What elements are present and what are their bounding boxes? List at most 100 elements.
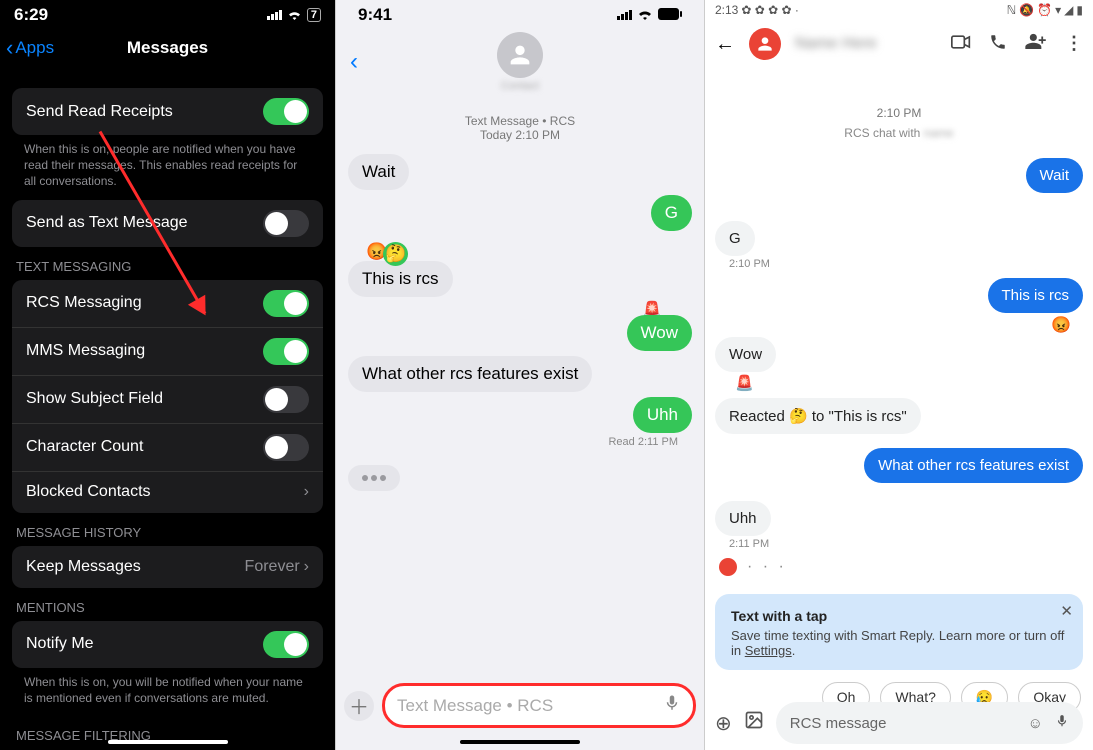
- row-label: RCS Messaging: [26, 294, 142, 312]
- typing-indicator: [348, 449, 692, 491]
- show-subject-row[interactable]: Show Subject Field: [12, 375, 323, 423]
- typing-avatar-icon: [719, 558, 737, 576]
- send-as-text-toggle[interactable]: [263, 210, 309, 237]
- appbar-actions: ⋮: [951, 33, 1083, 56]
- chevron-right-icon: ›: [304, 483, 309, 501]
- read-receipt: Read 2:11 PM: [348, 436, 692, 448]
- home-indicator[interactable]: [460, 740, 580, 744]
- message-input[interactable]: RCS message ☺: [776, 702, 1083, 744]
- read-receipts-toggle[interactable]: [263, 98, 309, 125]
- chevron-right-icon: ›: [304, 558, 309, 576]
- row-label: Show Subject Field: [26, 390, 163, 408]
- chevron-left-icon: ‹: [6, 35, 13, 61]
- thread-type: Text Message • RCS: [336, 114, 704, 128]
- add-person-icon[interactable]: [1025, 33, 1047, 56]
- blocked-contacts-row[interactable]: Blocked Contacts ›: [12, 471, 323, 513]
- message-received: What other rcs features exist: [348, 354, 692, 394]
- mms-toggle[interactable]: [263, 338, 309, 365]
- typing-indicator: · · ·: [715, 558, 1083, 576]
- text-messaging-group: RCS Messaging MMS Messaging Show Subject…: [12, 280, 323, 513]
- contact-avatar[interactable]: [497, 32, 543, 78]
- message-received: G: [715, 221, 1083, 256]
- battery-icon: [658, 5, 682, 25]
- thread-timestamp: 2:10 PM: [705, 106, 1093, 120]
- row-label: Character Count: [26, 438, 143, 456]
- thinking-emoji-icon: 🤔: [383, 242, 408, 266]
- dnd-icon: 🔕: [1019, 3, 1034, 17]
- wifi-icon: [637, 5, 653, 25]
- contact-avatar[interactable]: [749, 28, 781, 60]
- keep-messages-group: Keep Messages Forever ›: [12, 546, 323, 588]
- message-sent: Uhh: [348, 395, 692, 435]
- keep-messages-row[interactable]: Keep Messages Forever ›: [12, 546, 323, 588]
- ios-messages-panel: 9:41 ‹ Contact Text Message • RCS Today …: [335, 0, 705, 750]
- reaction-siren: 🚨: [715, 374, 1083, 392]
- input-placeholder: Text Message • RCS: [397, 696, 553, 716]
- add-button[interactable]: ⊕: [715, 711, 732, 736]
- mms-messaging-row[interactable]: MMS Messaging: [12, 327, 323, 375]
- back-button[interactable]: ‹ Apps: [6, 35, 54, 61]
- notify-me-footer: When this is on, you will be notified wh…: [0, 668, 335, 716]
- notify-me-row[interactable]: Notify Me: [12, 621, 323, 668]
- smart-reply-tip: ✕ Text with a tap Save time texting with…: [715, 594, 1083, 670]
- notify-me-toggle[interactable]: [263, 631, 309, 658]
- close-tip-button[interactable]: ✕: [1060, 602, 1073, 620]
- message-history-header: MESSAGE HISTORY: [0, 513, 335, 546]
- keep-messages-value: Forever: [245, 558, 300, 576]
- add-attachment-button[interactable]: ＋: [344, 691, 374, 721]
- row-label: Send Read Receipts: [26, 103, 173, 121]
- chat-thread: Wait G 2:10 PM This is rcs 😡 Wow 🚨 React…: [705, 158, 1093, 576]
- cellular-icon: [617, 10, 632, 20]
- clock: 2:13: [715, 3, 738, 17]
- reaction-cluster[interactable]: 😡 🤔: [366, 242, 705, 266]
- send-as-text-row[interactable]: Send as Text Message: [12, 200, 323, 247]
- rcs-toggle[interactable]: [263, 290, 309, 317]
- msg-time: 2:11 PM: [729, 538, 1083, 550]
- reaction-message: Reacted 🤔 to "This is rcs": [715, 398, 1083, 434]
- home-indicator[interactable]: [108, 740, 228, 744]
- message-sent: What other rcs features exist: [715, 448, 1083, 483]
- thread-time: Today 2:10 PM: [336, 128, 704, 142]
- send-read-receipts-row[interactable]: Send Read Receipts: [12, 88, 323, 135]
- status-icons: [617, 5, 682, 25]
- char-count-toggle[interactable]: [263, 434, 309, 461]
- row-label: Keep Messages: [26, 558, 141, 576]
- rcs-messaging-row[interactable]: RCS Messaging: [12, 280, 323, 327]
- nav-bar: ‹ Apps Messages: [0, 28, 335, 68]
- tip-body: Save time texting with Smart Reply. Lear…: [731, 628, 1067, 658]
- read-receipts-group: Send Read Receipts: [12, 88, 323, 135]
- status-bar: 6:29 7: [0, 0, 335, 28]
- input-placeholder: RCS message: [790, 715, 887, 732]
- subject-toggle[interactable]: [263, 386, 309, 413]
- video-call-icon[interactable]: [951, 33, 971, 56]
- notify-me-group: Notify Me: [12, 621, 323, 668]
- settings-link[interactable]: Settings: [745, 643, 792, 658]
- status-icons: 7: [267, 8, 321, 23]
- mic-icon[interactable]: [1055, 712, 1069, 734]
- angry-emoji-icon[interactable]: 😡: [1051, 317, 1071, 334]
- back-button[interactable]: ←: [715, 33, 735, 56]
- signal-icon: ◢: [1064, 3, 1073, 17]
- character-count-row[interactable]: Character Count: [12, 423, 323, 471]
- emoji-icon[interactable]: ☺: [1028, 715, 1043, 732]
- message-input[interactable]: Text Message • RCS: [382, 683, 696, 728]
- compose-bar: ＋ Text Message • RCS: [344, 683, 696, 728]
- back-button[interactable]: ‹: [350, 48, 358, 76]
- msg-time: 2:10 PM: [729, 258, 1083, 270]
- contact-name-blurred[interactable]: Name Here: [795, 35, 937, 53]
- message-received: Uhh: [715, 501, 1083, 536]
- mentions-header: MENTIONS: [0, 588, 335, 621]
- siren-emoji-icon[interactable]: 🚨: [735, 375, 754, 392]
- chat-thread: Wait G 😡 🤔 This is rcs 🚨 Wow What other …: [336, 152, 704, 491]
- battery-level: 7: [307, 8, 321, 22]
- gallery-button[interactable]: [744, 710, 764, 736]
- battery-icon: ▮: [1076, 3, 1083, 17]
- mic-icon[interactable]: [663, 692, 681, 719]
- more-icon[interactable]: ⋮: [1065, 33, 1083, 56]
- status-icons: ℕ 🔕 ⏰ ▾ ◢ ▮: [1007, 3, 1083, 17]
- thread-meta: Text Message • RCS Today 2:10 PM: [336, 114, 704, 142]
- status-bar: 9:41: [336, 0, 704, 28]
- phone-icon[interactable]: [989, 33, 1007, 56]
- nfc-icon: ℕ: [1007, 3, 1017, 17]
- wifi-icon: [287, 8, 302, 23]
